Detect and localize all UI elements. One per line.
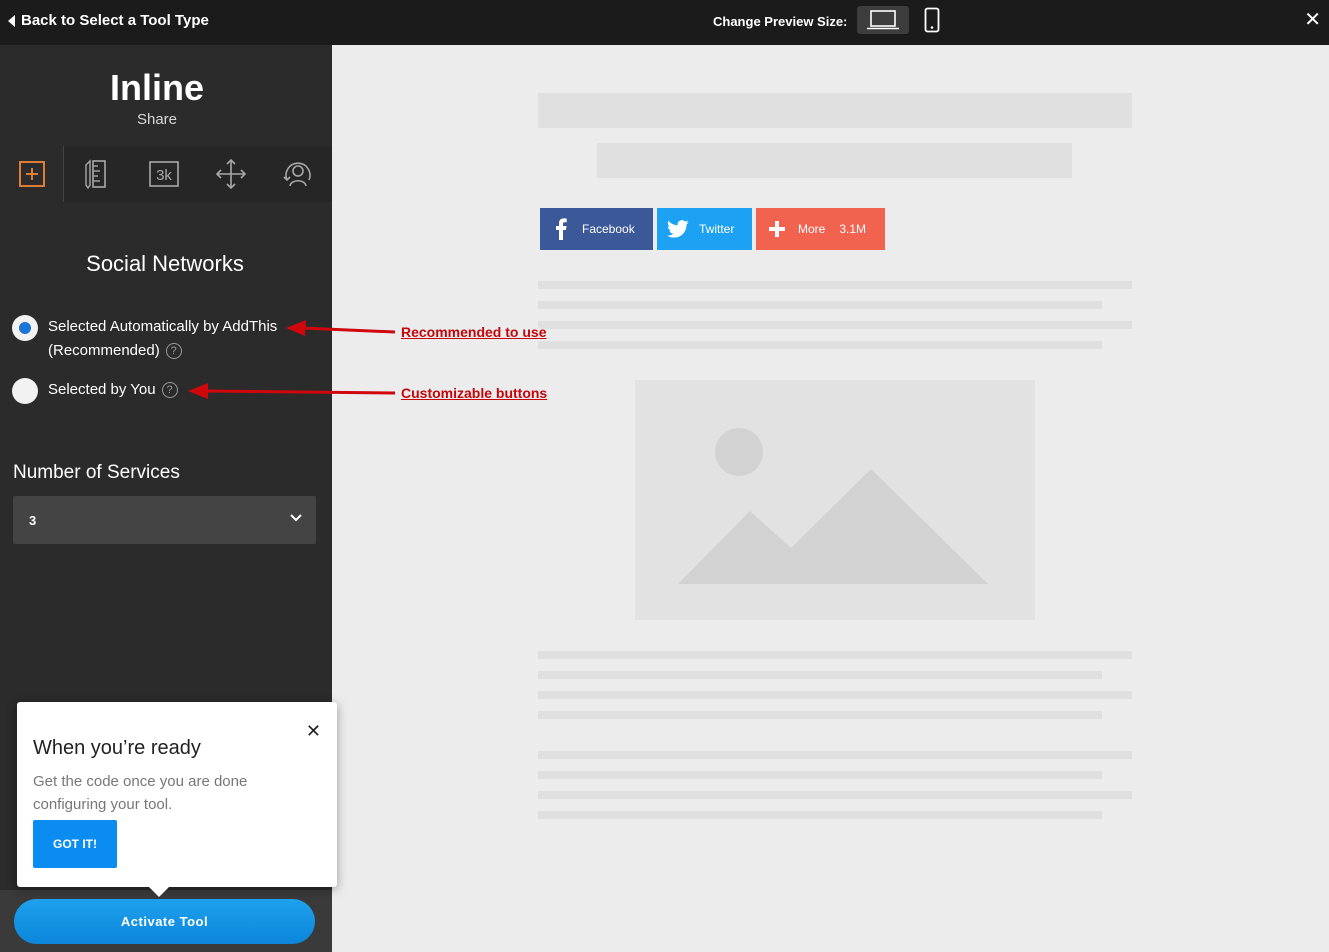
annotation-customizable: Customizable buttons [401, 385, 548, 401]
annotation-arrows [188, 320, 396, 399]
annotation-recommended: Recommended to use [401, 324, 547, 340]
